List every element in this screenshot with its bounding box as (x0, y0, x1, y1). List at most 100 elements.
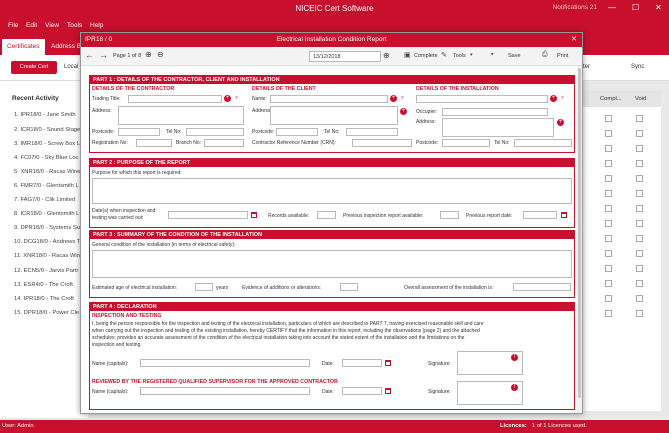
evidence-input[interactable] (340, 283, 358, 291)
menu-tools[interactable]: Tools (67, 22, 82, 29)
void-checkbox[interactable] (636, 145, 643, 152)
recent-item[interactable]: 3. IMR18/0 - Screw Box L (14, 141, 80, 147)
report-date-field[interactable]: 13/12/2018 (309, 51, 381, 62)
void-checkbox[interactable] (636, 115, 643, 122)
client-postcode-input[interactable] (276, 128, 318, 136)
age-input[interactable] (195, 283, 213, 291)
search-icon[interactable]: ⌕ (559, 95, 566, 102)
chevron-down-icon[interactable]: ▾ (470, 52, 473, 58)
recent-item[interactable]: 12. ECN5/0 - Jarvis Partr (14, 268, 78, 274)
installation-tel-input[interactable] (514, 139, 572, 147)
recent-item[interactable]: 6. FMR7/0 - Glentsmith L (14, 183, 79, 189)
recent-item[interactable]: 8. ICR18/0 - Glentsmith L (14, 211, 79, 217)
complete-checkbox[interactable] (605, 265, 612, 272)
overall-input[interactable] (513, 283, 571, 291)
create-cert-button[interactable]: Create Cert (11, 61, 57, 74)
scrollbar-thumb[interactable] (578, 68, 581, 398)
menu-help[interactable]: Help (90, 22, 103, 29)
registration-input[interactable] (136, 139, 172, 147)
complete-checkbox[interactable] (605, 205, 612, 212)
void-checkbox[interactable] (636, 265, 643, 272)
branch-input[interactable] (204, 139, 244, 147)
recent-item[interactable]: 10. DCG18/0 - Andrews T (14, 239, 80, 245)
alert-icon[interactable]: ! (511, 384, 518, 391)
client-address-input[interactable] (270, 106, 398, 125)
complete-checkbox[interactable] (605, 280, 612, 287)
complete-checkbox[interactable] (605, 130, 612, 137)
void-checkbox[interactable] (636, 220, 643, 227)
calendar-icon[interactable] (561, 212, 567, 218)
calendar-icon[interactable] (385, 360, 391, 366)
recent-item[interactable]: 15. DPR18/0 - Power Cle (14, 310, 79, 316)
recent-item[interactable]: 9. DPR18/0 - Systems Su (14, 225, 80, 231)
menu-view[interactable]: View (45, 22, 59, 29)
inspector-name-input[interactable] (140, 359, 310, 367)
installation-address-input[interactable] (442, 118, 554, 137)
void-checkbox[interactable] (636, 295, 643, 302)
complete-checkbox[interactable] (605, 175, 612, 182)
complete-checkbox[interactable] (605, 250, 612, 257)
notifications-link[interactable]: Notifications 21 (553, 4, 597, 11)
form-scrollbar[interactable] (577, 66, 582, 413)
void-checkbox[interactable] (636, 250, 643, 257)
void-checkbox[interactable] (636, 280, 643, 287)
void-checkbox[interactable] (636, 130, 643, 137)
recent-item[interactable]: 5. XNR18/0 - Racas Wine (14, 169, 80, 175)
add-icon[interactable]: + (390, 95, 397, 102)
reviewer-name-input[interactable] (140, 387, 310, 395)
installation-postcode-input[interactable] (442, 139, 490, 147)
print-button[interactable]: Print (557, 53, 568, 59)
void-checkbox[interactable] (636, 235, 643, 242)
void-checkbox[interactable] (636, 160, 643, 167)
void-checkbox[interactable] (636, 175, 643, 182)
zoom-in-icon[interactable]: ⊕ (145, 50, 152, 59)
occupier-input[interactable] (442, 108, 548, 116)
recent-item[interactable]: 7. FAG7/0 - Clik Limited (14, 197, 75, 203)
complete-checkbox[interactable] (605, 160, 612, 167)
contractor-tel-input[interactable] (186, 128, 244, 136)
save-button[interactable]: Save (508, 53, 521, 59)
column-void[interactable]: Void (635, 96, 646, 102)
records-input[interactable] (317, 211, 336, 219)
client-tel-input[interactable] (346, 128, 398, 136)
prev-date-input[interactable] (523, 211, 557, 219)
tools-button[interactable]: Tools (453, 53, 466, 59)
dialog-close-icon[interactable]: ✕ (571, 35, 577, 43)
zoom-out-icon[interactable]: ⊖ (157, 50, 164, 59)
complete-checkbox[interactable] (605, 295, 612, 302)
complete-checkbox[interactable] (605, 190, 612, 197)
alert-icon[interactable]: ! (511, 354, 518, 361)
calendar-icon[interactable] (385, 388, 391, 394)
client-name-input[interactable] (270, 95, 388, 103)
add-icon[interactable]: + (550, 95, 557, 102)
general-condition-input[interactable] (92, 250, 572, 278)
recent-item[interactable]: 2. ICR18/0 - Sound Stage (14, 127, 80, 133)
filter-label[interactable]: ter (583, 64, 590, 70)
prev-available-input[interactable] (440, 211, 459, 219)
complete-checkbox[interactable] (605, 235, 612, 242)
complete-checkbox[interactable] (605, 220, 612, 227)
installation-search-input[interactable] (416, 95, 548, 103)
complete-checkbox[interactable] (605, 145, 612, 152)
recent-item[interactable]: 11. XNR18/0 - Racas Wine (14, 253, 83, 259)
contractor-address-input[interactable] (118, 106, 244, 125)
add-icon[interactable]: + (224, 95, 231, 102)
maximize-icon[interactable]: ☐ (632, 3, 639, 12)
void-checkbox[interactable] (636, 205, 643, 212)
zoom-icon[interactable]: ⊕ (383, 51, 390, 60)
local-filter[interactable]: Local (64, 64, 78, 70)
recent-item[interactable]: 14. IPR18/0 - The Croft (14, 296, 74, 302)
column-complete[interactable]: Compl... (600, 96, 622, 102)
reviewer-date-input[interactable] (342, 387, 382, 395)
crn-input[interactable] (352, 139, 412, 147)
trading-title-input[interactable] (128, 95, 222, 103)
void-checkbox[interactable] (636, 190, 643, 197)
add-icon[interactable]: + (400, 108, 407, 115)
recent-item[interactable]: 13. ESR4/0 - The Croft (14, 282, 73, 288)
tab-certificates[interactable]: Certificates (2, 39, 45, 55)
search-icon[interactable]: ⌕ (399, 95, 406, 102)
minimize-icon[interactable]: — (608, 3, 616, 12)
recent-item[interactable]: 4. FC07/0 - Sky Blue Loc (14, 155, 78, 161)
recent-item[interactable]: 1. IPR18/0 - Jane Smith (14, 112, 76, 118)
menu-file[interactable]: File (8, 22, 18, 29)
